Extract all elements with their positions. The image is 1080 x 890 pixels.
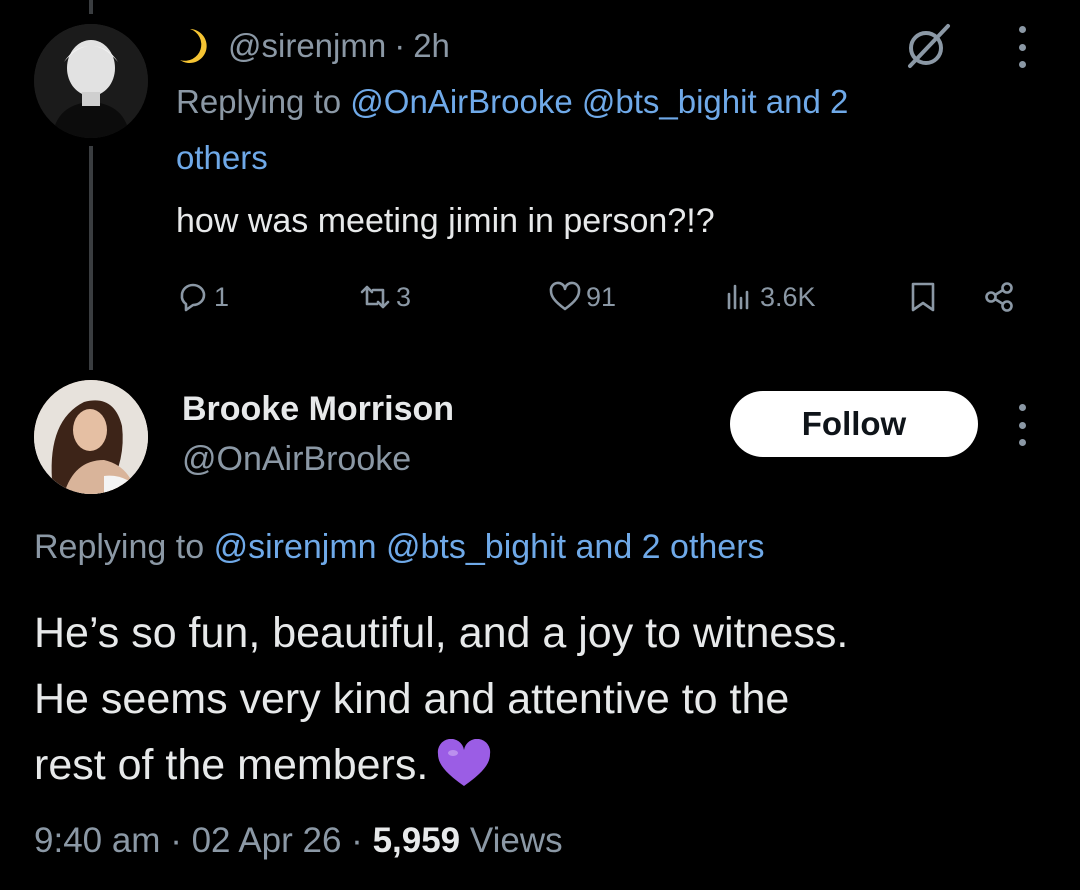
bookmark-button[interactable] <box>906 272 944 322</box>
thread-line-top <box>89 0 93 14</box>
views-label: Views <box>469 821 563 860</box>
grok-icon[interactable] <box>902 20 954 72</box>
user-handle[interactable]: @OnAirBrooke <box>182 434 411 484</box>
purple-heart-icon <box>436 738 492 789</box>
share-icon <box>985 282 1013 312</box>
separator-dot: · <box>394 27 406 64</box>
tweet1-replying-to: Replying to @OnAirBrooke @bts_bighit and… <box>176 74 1046 186</box>
display-name[interactable]: Brooke Morrison <box>182 384 454 434</box>
like-count: 91 <box>586 281 617 312</box>
views-count: 3.6K <box>760 281 816 312</box>
retweet-button[interactable]: 3 <box>358 272 411 322</box>
avatar-sirenjmn[interactable] <box>34 24 148 138</box>
views-count: 5,959 <box>372 821 461 860</box>
more-vertical-icon[interactable] <box>1010 404 1034 446</box>
replying-mentions-link[interactable]: @sirenjmn @bts_bighit and 2 others <box>214 528 765 566</box>
avatar-onairbrooke[interactable] <box>34 380 148 494</box>
crescent-moon-icon <box>176 26 212 66</box>
replying-mentions-link[interactable]: @OnAirBrooke @bts_bighit and 2 <box>350 83 848 120</box>
replying-prefix: Replying to <box>34 528 205 566</box>
thread-line <box>89 146 93 370</box>
more-vertical-icon[interactable] <box>1010 26 1034 68</box>
tweet1-handle[interactable]: @sirenjmn <box>228 27 386 65</box>
tweet-time[interactable]: 9:40 am <box>34 821 160 860</box>
heart-icon <box>549 281 581 311</box>
tweet1-time[interactable]: 2h <box>413 27 450 65</box>
follow-button[interactable]: Follow <box>730 391 978 457</box>
tweet2-text-line3: rest of the members. <box>34 741 429 789</box>
tweet2-text-line2: He seems very kind and attentive to the <box>34 675 790 723</box>
views-icon <box>727 284 749 310</box>
retweet-icon <box>360 285 390 309</box>
tweet-date[interactable]: 02 Apr 26 <box>192 821 342 860</box>
reply-icon <box>180 283 206 312</box>
views-button[interactable]: 3.6K <box>722 272 816 322</box>
tweet2-replying-to: Replying to @sirenjmn @bts_bighit and 2 … <box>34 520 765 574</box>
tweet2-text-line1: He’s so fun, beautiful, and a joy to wit… <box>34 609 849 657</box>
replying-prefix: Replying to <box>176 83 342 120</box>
reply-count: 1 <box>214 281 230 312</box>
bookmark-icon <box>911 282 935 312</box>
tweet1-text: how was meeting jimin in person?!? <box>176 202 715 240</box>
tweet2-meta: 9:40 am · 02 Apr 26 · 5,959 Views <box>34 821 563 860</box>
share-button[interactable] <box>982 272 1020 322</box>
like-button[interactable]: 91 <box>548 272 616 322</box>
reply-button[interactable]: 1 <box>176 272 229 322</box>
tweet1-action-bar: 1 3 91 3.6K <box>176 272 1036 322</box>
tweet2-text: He’s so fun, beautiful, and a joy to wit… <box>34 600 1054 798</box>
tweet1-header: @sirenjmn · 2h <box>176 18 450 74</box>
retweet-count: 3 <box>396 281 412 312</box>
replying-others-link[interactable]: others <box>176 139 268 176</box>
